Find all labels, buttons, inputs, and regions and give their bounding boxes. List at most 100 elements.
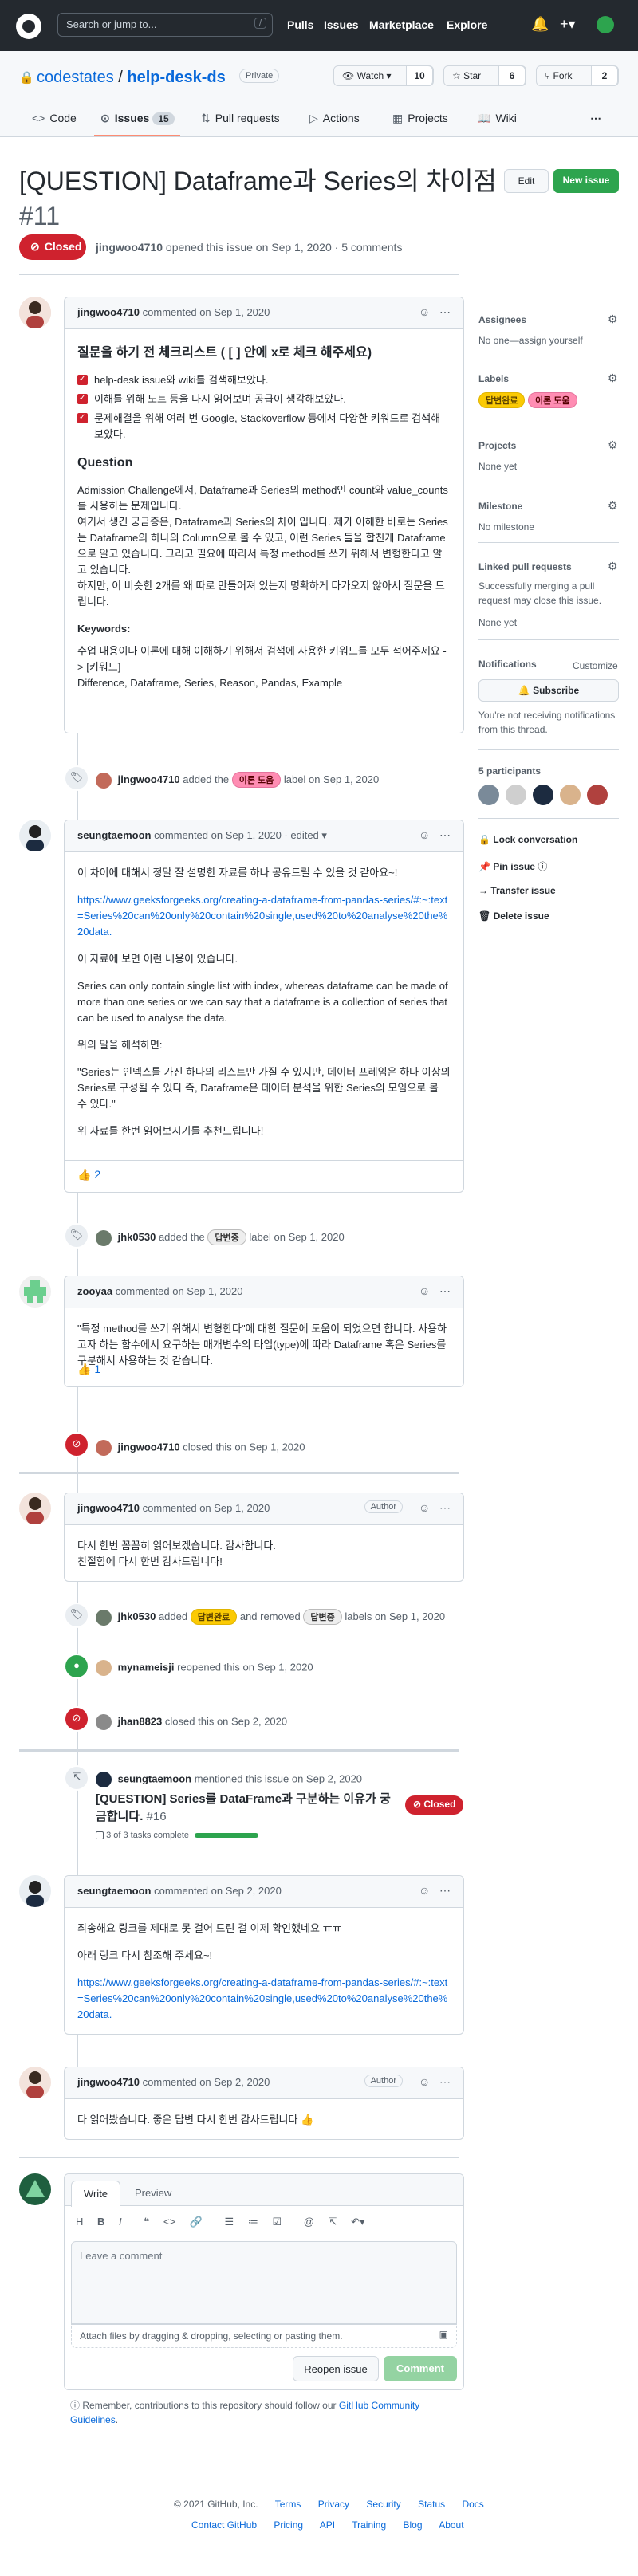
avatar[interactable] [19,1875,51,1907]
checkbox-icon[interactable] [77,410,88,426]
markdown-icon[interactable]: ▣ [439,2329,448,2340]
avatar-small[interactable] [96,1660,112,1676]
tab-code[interactable]: <> Code [32,112,77,124]
checkbox-icon[interactable] [77,372,88,387]
event-user[interactable]: seungtaemoon [118,1772,191,1784]
smiley-icon[interactable]: ☺ [419,1284,430,1297]
label-badge[interactable]: 이론 도움 [231,772,282,788]
tab-issues[interactable]: ⊙ Issues 15 [100,112,175,125]
comment-date[interactable]: commented on Sep 1, 2020 [143,306,270,318]
edit-button[interactable]: Edit [504,169,549,193]
avatar-small[interactable] [96,772,112,789]
tab-preview[interactable]: Preview [135,2187,171,2199]
task-list-icon[interactable]: ☑ [272,2216,282,2228]
footer-link[interactable]: API [320,2519,335,2531]
sidebar-labels-title[interactable]: Labels [478,373,509,384]
gear-icon[interactable]: ⚙ [608,313,618,326]
comment-actions[interactable]: ☺ ⋯ [419,1501,451,1515]
external-link[interactable]: https://www.geeksforgeeks.org/creating-a… [77,894,447,938]
avatar-small[interactable] [96,1440,112,1456]
sidebar-label[interactable]: 답변완료 [478,392,526,408]
avatar[interactable] [19,1493,51,1524]
event-user[interactable]: mynameisji [118,1661,175,1673]
nav-marketplace[interactable]: Marketplace [369,18,434,31]
cross-reference-icon[interactable]: ⇱ [329,2216,337,2228]
tab-projects[interactable]: ▦ Projects [392,112,448,125]
avatar-small[interactable] [96,1772,112,1787]
plus-icon[interactable]: +▾ [560,16,576,33]
avatar[interactable] [19,2173,51,2205]
lock-conversation-button[interactable]: 🔒 Lock conversation [478,834,577,845]
kebab-icon[interactable]: ⋯ [439,1501,451,1514]
event-user[interactable]: jhk0530 [118,1231,156,1243]
footer-link[interactable]: Blog [403,2519,422,2531]
comment-date[interactable]: commented on Sep 2, 2020 [143,2076,270,2088]
more-icon[interactable]: ⋯ [590,112,601,125]
smiley-icon[interactable]: ☺ [419,305,430,318]
sidebar-milestone-title[interactable]: Milestone [478,501,522,512]
gear-icon[interactable]: ⚙ [608,560,618,573]
comment-date[interactable]: commented on Sep 1, 2020 [143,1502,270,1514]
gear-icon[interactable]: ⚙ [608,439,618,452]
participant-avatar[interactable] [505,785,526,805]
comment-author[interactable]: zooyaa [77,1285,112,1297]
comment-author[interactable]: jingwoo4710 [77,2076,140,2088]
code-icon[interactable]: <> [163,2216,175,2228]
repo-owner-link[interactable]: codestates [37,69,114,86]
comment-actions[interactable]: ☺ ⋯ [419,1284,451,1298]
search-input[interactable]: Search or jump to... / [57,13,273,37]
smiley-icon[interactable]: ☺ [419,2075,430,2088]
nav-explore[interactable]: Explore [447,18,487,31]
fork-count[interactable]: 2 [591,65,618,86]
mention-icon[interactable]: @ [304,2216,314,2228]
tab-write[interactable]: Write [71,2181,120,2207]
comment-author[interactable]: seungtaemoon [77,829,151,841]
kebab-icon[interactable]: ⋯ [439,305,451,318]
issue-author-link[interactable]: jingwoo4710 [96,241,163,254]
nav-issues[interactable]: Issues [324,18,359,31]
gear-icon[interactable]: ⚙ [608,499,618,513]
reference-issue-title[interactable]: [QUESTION] Series를 DataFrame과 구분하는 이유가 궁… [96,1791,399,1826]
smiley-icon[interactable]: ☺ [419,828,430,841]
comment-date[interactable]: commented on Sep 2, 2020 [154,1885,282,1897]
reaction-thumbs-up[interactable]: 👍 2 [77,1168,100,1182]
reaction-thumbs-up[interactable]: 👍 1 [77,1363,100,1376]
bell-icon[interactable]: 🔔 [531,16,549,33]
comment-author[interactable]: jingwoo4710 [77,1502,140,1514]
avatar-small[interactable] [96,1714,112,1730]
kebab-icon[interactable]: ⋯ [439,1884,451,1897]
footer-link[interactable]: Security [366,2499,400,2510]
footer-link[interactable]: Privacy [318,2499,349,2510]
participant-avatar[interactable] [478,785,499,805]
subscribe-button[interactable]: 🔔 Subscribe [478,679,619,702]
footer-link[interactable]: Status [418,2499,445,2510]
sidebar-linked-title[interactable]: Linked pull requests [478,561,572,572]
smiley-icon[interactable]: ☺ [419,1501,430,1514]
label-badge[interactable]: 답변중 [303,1609,342,1625]
footer-link[interactable]: About [439,2519,463,2531]
participant-avatar[interactable] [532,785,553,805]
participant-avatar[interactable] [586,785,608,805]
tab-pull-requests[interactable]: ⇅ Pull requests [201,112,280,125]
sidebar-projects-title[interactable]: Projects [478,440,516,451]
label-badge[interactable]: 답변중 [207,1229,246,1245]
avatar-small[interactable] [96,1229,112,1246]
comment-submit-button[interactable]: Comment [384,2356,457,2381]
reply-icon[interactable]: ↶▾ [351,2216,364,2228]
external-link[interactable]: https://www.geeksforgeeks.org/creating-a… [77,1976,447,2020]
tab-wiki[interactable]: 📖 Wiki [477,112,517,125]
comment-actions[interactable]: ☺ ⋯ [419,305,451,319]
comment-date[interactable]: commented on Sep 1, 2020 [116,1285,243,1297]
comment-textarea[interactable]: Leave a comment [71,2241,457,2324]
fork-button[interactable]: ⑂ Fork 2 [536,65,619,86]
pin-issue-button[interactable]: 📌 Pin issue ⓘ [478,859,547,873]
customize-link[interactable]: Customize [573,659,618,673]
participant-avatar[interactable] [559,785,581,805]
comment-author[interactable]: seungtaemoon [77,1885,151,1897]
comment-actions[interactable]: ☺ ⋯ [419,828,451,842]
tab-actions[interactable]: ▷ Actions [309,112,360,125]
numbered-list-icon[interactable]: ≔ [248,2216,258,2228]
comment-actions[interactable]: ☺ ⋯ [419,2075,451,2089]
avatar[interactable] [19,297,51,328]
avatar[interactable] [19,2067,51,2098]
